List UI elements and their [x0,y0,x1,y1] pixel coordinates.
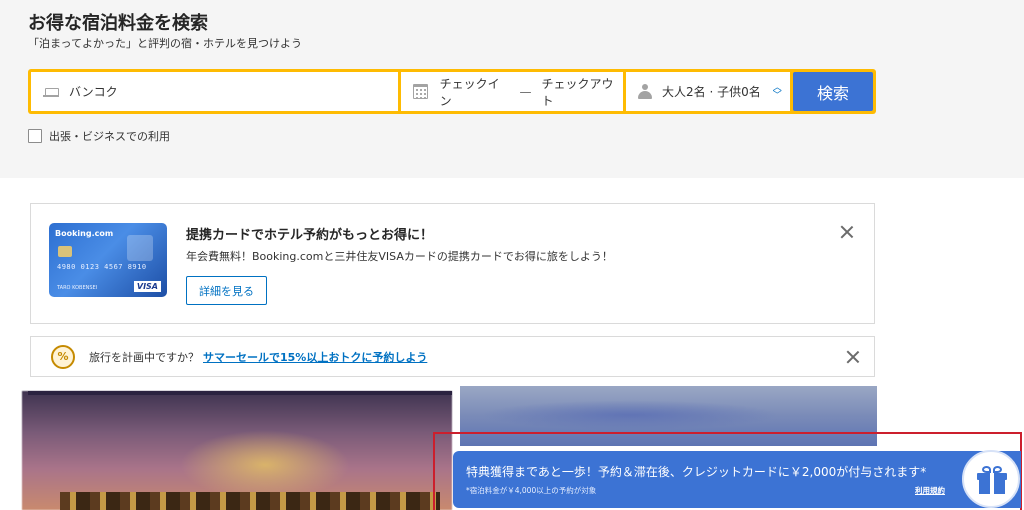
plane-graphic [127,235,153,261]
business-trip-checkbox[interactable] [28,129,42,143]
temple-silhouette [60,492,440,510]
credit-card-image: Booking.com 4980 0123 4567 8910 TARO KOB… [49,223,167,297]
destination-field[interactable]: バンコク [31,72,398,111]
page-title: お得な宿泊料金を検索 [28,13,208,34]
sale-badge-icon: % [51,345,75,369]
search-button[interactable]: 検索 [793,72,873,111]
search-hero: お得な宿泊料金を検索 「泊まってよかった」と評判の宿・ホテルを見つけよう バンコ… [0,0,1024,178]
promo-body: 年会費無料！Booking.comと三井住友VISAカードの提携カードでお得に旅… [186,250,613,263]
close-icon[interactable] [840,225,854,239]
terms-link[interactable]: 利用規約 [915,485,945,496]
calendar-icon [413,84,428,99]
card-holder: TARO KOBENSEI [57,285,98,291]
card-chip [58,246,72,257]
date-separator: — [519,84,532,99]
chevron-updown-icon: ︿ ﹀ [772,82,782,101]
guests-field[interactable]: 大人2名 · 子供0名 ︿ ﹀ [626,72,790,111]
guests-value: 大人2名 · 子供0名 [662,85,761,99]
promo-details-button[interactable]: 詳細を見る [186,276,267,305]
checkin-label: チェックイン [439,76,500,108]
visa-logo: VISA [133,281,161,292]
promo-title: 提携カードでホテル予約がもっとお得に！ [186,228,434,243]
checkout-label: チェックアウト [541,76,614,108]
image-edge [28,391,452,395]
person-icon [638,84,652,99]
business-trip-option[interactable]: 出張・ビジネスでの利用 [28,128,170,144]
date-field[interactable]: チェックイン — チェックアウト [401,72,623,111]
reward-banner-note: *宿泊料金が￥4,000以上の予約が対象 [466,486,597,495]
travel-notice: % 旅行を計画中ですか？ サマーセールで15%以上おトクに予約しよう [30,336,875,377]
travel-notice-text: 旅行を計画中ですか？ サマーセールで15%以上おトクに予約しよう [89,349,427,365]
close-icon[interactable] [846,350,860,364]
reward-banner-title: 特典獲得まであと一歩！予約＆滞在後、クレジットカードに￥2,000が付与されます… [466,465,927,479]
card-number: 4980 0123 4567 8910 [57,263,147,271]
destination-value: バンコク [69,85,118,99]
search-bar: バンコク チェックイン — チェックアウト 大人2名 · 子供0名 ︿ ﹀ 検索 [28,69,876,114]
bed-icon [43,86,59,98]
reward-banner[interactable]: 特典獲得まであと一歩！予約＆滞在後、クレジットカードに￥2,000が付与されます… [453,451,1021,508]
gift-button[interactable] [962,450,1020,508]
business-trip-label: 出張・ビジネスでの利用 [49,130,170,143]
gift-icon [977,466,1007,494]
image-glow [180,430,350,500]
card-brand: Booking.com [55,229,114,238]
page-subtitle: 「泊まってよかった」と評判の宿・ホテルを見つけよう [28,37,303,50]
travel-question: 旅行を計画中ですか？ [89,351,199,364]
card-promo-panel: Booking.com 4980 0123 4567 8910 TARO KOB… [30,203,875,324]
image-blur [480,400,780,430]
summer-sale-link[interactable]: サマーセールで15%以上おトクに予約しよう [203,351,427,364]
